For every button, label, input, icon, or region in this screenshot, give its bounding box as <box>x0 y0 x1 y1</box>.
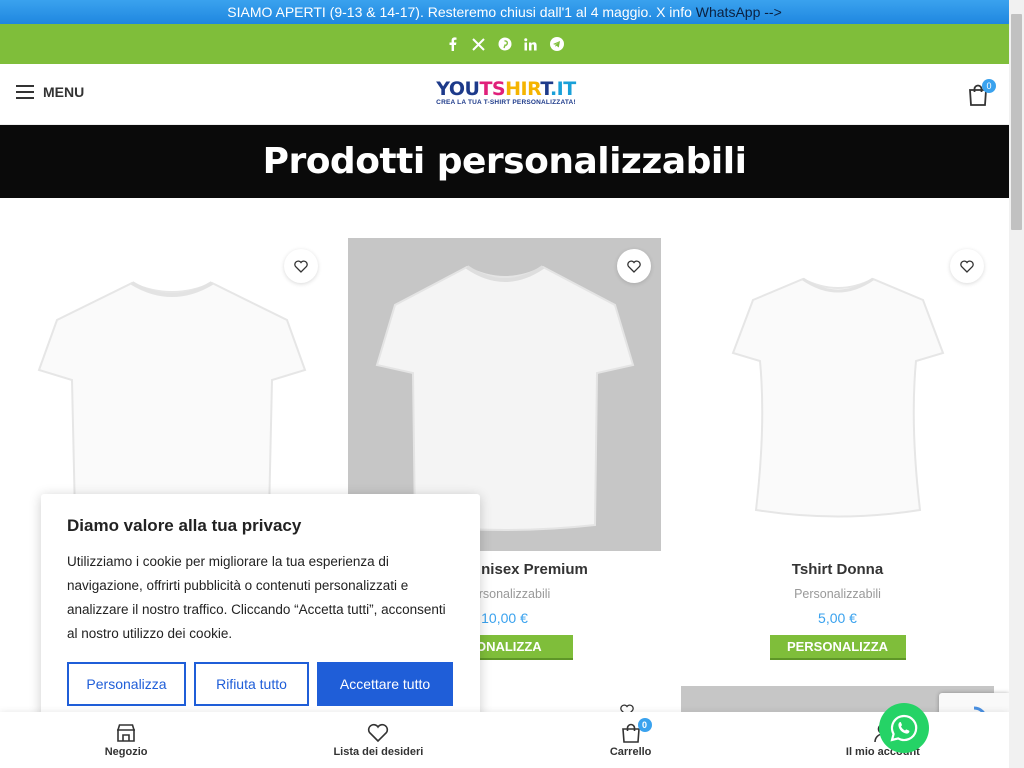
product-name[interactable]: Tshirt Donna <box>681 561 994 578</box>
bottom-nav-cart[interactable]: 0 Carrello <box>505 712 757 768</box>
heart-icon <box>368 723 389 742</box>
wishlist-heart-button[interactable] <box>617 249 651 283</box>
whatsapp-link[interactable]: WhatsApp --> <box>696 4 782 20</box>
personalize-button[interactable]: PERSONALIZZA <box>769 635 906 660</box>
menu-button[interactable]: MENU <box>16 84 84 100</box>
accept-all-button[interactable]: Accettare tutto <box>317 662 453 706</box>
logo-tagline: CREA LA TUA T-SHIRT PERSONALIZZATA! <box>436 99 576 106</box>
customize-button[interactable]: Personalizza <box>67 662 186 706</box>
pinterest-icon[interactable] <box>498 37 512 51</box>
scrollbar-thumb[interactable] <box>1011 14 1022 230</box>
product-price: 5,00 € <box>818 610 857 626</box>
heart-icon <box>960 259 974 273</box>
bottom-nav-shop-label: Negozio <box>104 745 148 758</box>
site-logo[interactable]: YOUTSHIRT.IT CREA LA TUA T-SHIRT PERSONA… <box>436 79 576 106</box>
cookie-buttons: Personalizza Rifiuta tutto Accettare tut… <box>67 662 454 706</box>
reject-all-button[interactable]: Rifiuta tutto <box>194 662 309 706</box>
site-header: MENU YOUTSHIRT.IT CREA LA TUA T-SHIRT PE… <box>0 64 1009 125</box>
bottom-toolbar: Negozio Lista dei desideri 0 Carrello Il… <box>0 712 1009 768</box>
store-icon <box>117 723 136 742</box>
bottom-nav-cart-label: Carrello <box>609 745 652 758</box>
heart-icon <box>627 259 641 273</box>
tshirt-image <box>37 280 306 522</box>
social-bar <box>0 24 1009 64</box>
facebook-icon[interactable] <box>446 37 460 51</box>
announcement-bar: SIAMO APERTI (9-13 & 14-17). Resteremo c… <box>0 0 1009 24</box>
product-category[interactable]: Personalizzabili <box>681 587 994 601</box>
bottom-nav-wishlist[interactable]: Lista dei desideri <box>252 712 504 768</box>
announcement-text: SIAMO APERTI (9-13 & 14-17). Resteremo c… <box>227 4 696 20</box>
bottom-cart-count-badge: 0 <box>637 718 652 732</box>
product-image[interactable] <box>681 238 994 551</box>
cookie-consent-dialog: Diamo valore alla tua privacy Utilizziam… <box>41 494 480 726</box>
header-cart-button[interactable]: 0 <box>968 79 996 106</box>
linkedin-icon[interactable] <box>524 37 538 51</box>
wishlist-heart-button[interactable] <box>950 249 984 283</box>
wishlist-heart-button[interactable] <box>284 249 318 283</box>
page-title-band: Prodotti personalizzabili <box>0 125 1009 198</box>
product-card[interactable]: Tshirt Donna Personalizzabili 5,00 € PER… <box>681 238 994 660</box>
telegram-icon[interactable] <box>549 37 564 51</box>
cookie-text: Utilizziamo i cookie per migliorare la t… <box>67 554 446 641</box>
logo-text: YOUTSHIRT.IT <box>436 78 576 100</box>
page-title: Prodotti personalizzabili <box>262 141 747 182</box>
hamburger-icon <box>16 85 34 99</box>
bottom-nav-wishlist-label: Lista dei desideri <box>333 745 424 758</box>
x-icon[interactable] <box>472 37 486 51</box>
cookie-title: Diamo valore alla tua privacy <box>67 516 302 535</box>
tshirt-image <box>375 264 634 531</box>
whatsapp-icon <box>890 714 918 742</box>
tshirt-image <box>731 277 944 517</box>
menu-label: MENU <box>43 84 85 100</box>
cart-count-badge: 0 <box>982 79 996 93</box>
bottom-nav-shop[interactable]: Negozio <box>0 712 252 768</box>
heart-icon <box>294 259 308 273</box>
whatsapp-chat-button[interactable] <box>879 703 929 753</box>
